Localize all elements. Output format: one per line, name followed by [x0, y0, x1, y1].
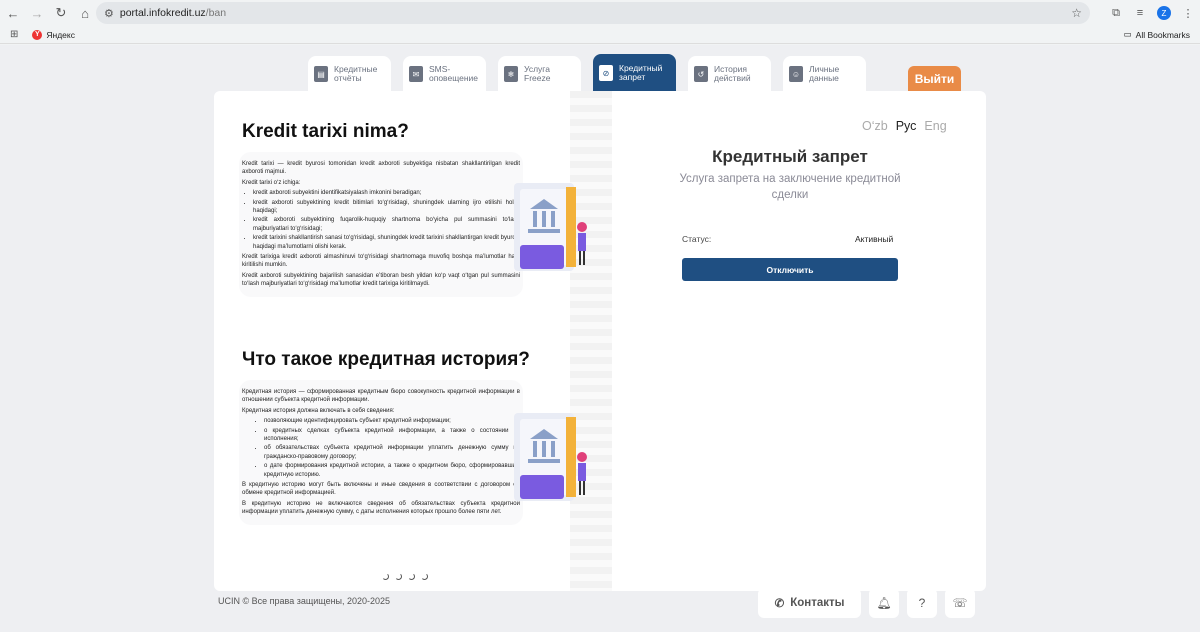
history-icon: ↺: [694, 66, 708, 82]
folder-icon: ▭: [1123, 29, 1132, 39]
main-card: Kredit tarixi nima? Kredit tarixi — kred…: [214, 91, 986, 591]
reload-icon[interactable]: ↻: [50, 2, 72, 24]
extensions-icon[interactable]: ⧉: [1104, 7, 1128, 20]
ban-icon: ⊘: [599, 65, 613, 81]
bell-icon: 🔔︎: [876, 596, 892, 610]
panel-subtitle: Услуга запрета на заключение кредитной с…: [679, 173, 901, 201]
language-switcher: O‘zb Рус Eng: [862, 119, 947, 133]
help-icon: ?: [918, 596, 926, 610]
uz-list-item: kredit tarixini shakllantirish sanasi to…: [253, 234, 520, 251]
tab-sms[interactable]: ✉ SMS-оповещение: [403, 56, 486, 92]
site-settings-icon[interactable]: ⚙: [104, 7, 114, 20]
dot: [382, 573, 389, 580]
all-bookmarks-label: All Bookmarks: [1135, 29, 1190, 40]
tab-credit-ban[interactable]: ⊘ Кредитный запрет: [593, 54, 676, 92]
chat-button[interactable]: ☏: [945, 588, 975, 618]
tab-credit-reports[interactable]: ▤ Кредитные отчёты: [308, 56, 391, 92]
uz-heading: Kredit tarixi nima?: [242, 121, 409, 142]
ru-paragraph: Кредитная история должна включать в себя…: [242, 407, 395, 414]
media-icon[interactable]: ≡: [1128, 7, 1152, 19]
info-panel: Kredit tarixi nima? Kredit tarixi — kred…: [214, 91, 612, 591]
url-host: portal.infokredit.uz: [119, 7, 206, 19]
lang-uz[interactable]: O‘zb: [862, 119, 888, 133]
panel-title: Кредитный запрет: [712, 147, 868, 166]
contacts-label: Контакты: [790, 597, 845, 609]
bookmark-yandex[interactable]: Y Яндекс: [32, 29, 75, 40]
tab-label: запрет: [619, 72, 646, 82]
ru-textbox: Кредитная история — сформированная креди…: [239, 380, 523, 525]
status-label: Статус:: [682, 234, 712, 244]
tab-label: оповещение: [429, 73, 478, 83]
tab-personal-data[interactable]: ☺ Личные данные: [783, 56, 866, 92]
uz-list-item: kredit axboroti subyektini identifikatsi…: [253, 189, 520, 197]
ru-list-item: о дате формирования кредитной истории, а…: [264, 462, 520, 479]
footer-copyright: UCIN © Все права защищены, 2020-2025: [218, 596, 391, 606]
yandex-icon: Y: [32, 29, 43, 40]
uz-paragraph: Kredit tarixiga kredit axboroti almashin…: [242, 254, 520, 269]
tab-label: действий: [714, 73, 751, 83]
tab-label: данные: [809, 73, 839, 83]
url-path: /ban: [205, 7, 227, 19]
bookmark-label: Яндекс: [46, 29, 75, 40]
uz-paragraph: Kredit tarixi — kredit byurosi tomonidan…: [242, 161, 520, 176]
chat-icon: ☏: [952, 596, 968, 610]
person-icon: ☺: [789, 66, 803, 82]
dot: [395, 573, 402, 580]
loading-dots: [382, 573, 428, 580]
tab-label: Freeze: [524, 73, 551, 83]
notifications-button[interactable]: 🔔︎: [869, 588, 899, 618]
bookmark-star-icon[interactable]: ☆: [1071, 6, 1082, 20]
bank-illustration-icon: [514, 413, 587, 501]
home-icon[interactable]: ⌂: [74, 2, 96, 24]
profile-avatar[interactable]: Z: [1157, 6, 1171, 20]
address-bar[interactable]: ⚙ portal.infokredit.uz/ban ☆: [96, 2, 1090, 24]
dot: [408, 573, 415, 580]
bookmarks-bar: ⊞ Y Яндекс ▭ All Bookmarks: [0, 26, 1200, 44]
uz-textbox: Kredit tarixi — kredit byurosi tomonidan…: [239, 152, 523, 297]
all-bookmarks[interactable]: ▭ All Bookmarks: [1124, 29, 1190, 40]
sms-icon: ✉: [409, 66, 423, 82]
lang-ru[interactable]: Рус: [896, 119, 917, 133]
ru-list-item: о кредитных сделках субъекта кредитной и…: [264, 427, 520, 444]
tab-history[interactable]: ↺ История действий: [688, 56, 771, 92]
nav-tabs: ▤ Кредитные отчёты ✉ SMS-оповещение ❄ Услуга…: [308, 54, 866, 92]
freeze-icon: ❄: [504, 66, 518, 82]
back-icon[interactable]: ←: [2, 2, 24, 24]
disable-button[interactable]: Отключить: [682, 258, 898, 281]
uz-paragraph: Kredit tarixi o‘z ichiga:: [242, 179, 301, 186]
decorative-strip: [570, 91, 612, 591]
uz-list-item: kredit axboroti subyektining kredit biti…: [253, 199, 520, 216]
footer-buttons: ✆ Контакты 🔔︎ ? ☏: [758, 588, 975, 618]
status-value: Активный: [855, 234, 894, 244]
uz-list-item: kredit axboroti subyektining fuqarolik-h…: [253, 216, 520, 233]
browser-toolbar: ← → ↻ ⌂ ⚙ portal.infokredit.uz/ban ☆ ⧉ ≡…: [0, 0, 1200, 26]
forward-icon[interactable]: →: [26, 2, 48, 24]
apps-icon[interactable]: ⊞: [10, 29, 18, 40]
tab-label: отчёты: [334, 73, 362, 83]
help-button[interactable]: ?: [907, 588, 937, 618]
ru-paragraph: Кредитная история — сформированная креди…: [242, 389, 520, 404]
bank-illustration-icon: [514, 183, 587, 271]
ru-paragraph: В кредитную историю могут быть включены …: [242, 482, 520, 497]
lang-en[interactable]: Eng: [924, 119, 946, 133]
ru-heading: Что такое кредитная история?: [242, 349, 530, 370]
ru-list-item: позволяющие идентифицировать субъект кре…: [264, 417, 520, 425]
uz-paragraph: Kredit axboroti subyektining bajarilish …: [242, 272, 520, 288]
tab-freeze[interactable]: ❄ Услуга Freeze: [498, 56, 581, 92]
menu-icon[interactable]: ⋮: [1176, 7, 1200, 20]
phone-icon: ✆: [774, 598, 785, 610]
logout-button[interactable]: Выйти: [908, 66, 961, 92]
ru-paragraph: В кредитную историю не включаются сведен…: [242, 500, 520, 516]
page: ▤ Кредитные отчёты ✉ SMS-оповещение ❄ Услуга…: [0, 45, 1200, 632]
ru-list-item: об обязательствах субъекта кредитной инф…: [264, 444, 520, 461]
report-icon: ▤: [314, 66, 328, 82]
dot: [421, 573, 428, 580]
contacts-button[interactable]: ✆ Контакты: [758, 588, 861, 618]
